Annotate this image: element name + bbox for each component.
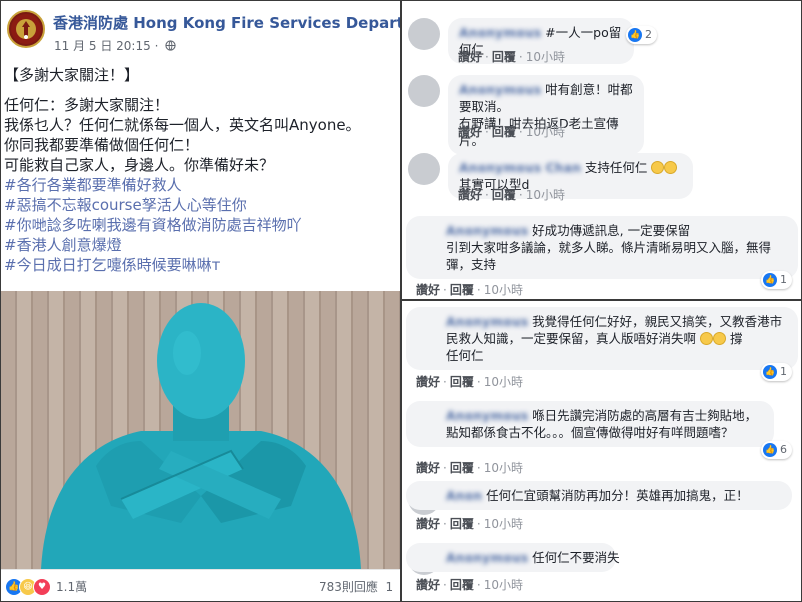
meta-separator: · [154, 39, 159, 53]
post-line: 我係乜人？任何仁就係每一個人，英文名叫Anyone。 [4, 116, 361, 134]
comment-time[interactable]: 10小時 [484, 283, 523, 297]
comment-time[interactable]: 10小時 [484, 375, 523, 389]
comment-like-badge[interactable]: 👍 6 [761, 441, 792, 459]
like-link[interactable]: 讚好 [416, 578, 440, 592]
reply-link[interactable]: 回覆 [450, 461, 474, 475]
comment-actions: 讚好 · 回覆 · 10小時 [416, 517, 523, 531]
comment-actions: 讚好 · 回覆 · 10小時 [458, 188, 565, 202]
comment-actions: 讚好 · 回覆 · 10小時 [416, 461, 523, 475]
comment-actions: 讚好 · 回覆 · 10小時 [416, 578, 523, 592]
comment-bubble: Anonymous 我覺得任何仁好好，親民又搞笑，又教香港市民救人知識，一定要保留… [406, 307, 798, 370]
avatar[interactable] [408, 75, 440, 107]
comment-like-badge[interactable]: 👍 1 [761, 363, 792, 381]
comment-time[interactable]: 10小時 [526, 188, 565, 202]
post-meta: 11 月 5 日 20:15 · [54, 37, 176, 54]
avatar[interactable] [408, 18, 440, 50]
reply-link[interactable]: 回覆 [450, 283, 474, 297]
comment-time[interactable]: 10小時 [484, 578, 523, 592]
comment-text: 任何仁宜頭幫消防再加分！英雄再加搞鬼，正！ [486, 488, 749, 503]
post-line: 你同我都要準備做個任何仁！ [4, 136, 200, 154]
like-icon: 👍 [763, 273, 777, 287]
comment-bubble: Anonymous 好成功傳遞訊息, 一定要保留 引到大家咁多議論，就多人睇。條片… [406, 216, 798, 279]
commenter-name-blurred[interactable]: Anonymous [446, 549, 528, 566]
crying-emoji-icon [713, 332, 726, 345]
comments-panel-top: Anonymous #一人一po留何仁 👍 2 讚好 · 回覆 · 10小時 Anonymo… [401, 0, 802, 300]
avatar[interactable] [408, 153, 440, 185]
comment-like-badge[interactable]: 👍 1 [761, 271, 792, 289]
like-icon: 👍 [763, 365, 777, 379]
hashtag-link[interactable]: #今日成日打乞嚏係時候要啉啉т [4, 255, 400, 275]
comment-time[interactable]: 10小時 [526, 125, 565, 139]
commenter-name-blurred[interactable]: Anonymous [459, 24, 541, 41]
comment-bubble: Anonymous 任何仁不要消失 [406, 543, 620, 572]
comment-actions: 讚好 · 回覆 · 10小時 [458, 50, 565, 64]
like-icon: 👍 [628, 28, 642, 42]
video-player[interactable] [1, 291, 400, 569]
reply-link[interactable]: 回覆 [450, 578, 474, 592]
like-icon: 👍 [763, 443, 777, 457]
globe-icon [165, 39, 176, 53]
comment-text: 支持任何仁 [584, 160, 648, 175]
video-frame-person-in-cyan-suit [41, 303, 361, 569]
comment-count[interactable]: 783則回應 1 [319, 578, 393, 595]
comment-actions: 讚好 · 回覆 · 10小時 [416, 283, 523, 297]
commenter-name-blurred[interactable]: Anonymous Chan [459, 159, 581, 176]
like-link[interactable]: 讚好 [458, 188, 482, 202]
comment-time[interactable]: 10小時 [484, 517, 523, 531]
post-text: 【多謝大家關注！】 任何仁：多謝大家關注！ 我係乜人？任何仁就係每一個人，英文名… [4, 65, 400, 275]
like-link[interactable]: 讚好 [416, 283, 440, 297]
hashtag-link[interactable]: #各行各業都要準備好救人 [4, 175, 400, 195]
hashtag-link[interactable]: #你哋諗多咗喇我邊有資格做消防處吉祥物吖 [4, 215, 400, 235]
commenter-name-blurred[interactable]: Anonymous [446, 407, 528, 424]
comment-like-badge[interactable]: 👍 2 [626, 26, 657, 44]
comment-bubble: Anonymous 咁有創意！咁都要取消。 冇野講！咁去拍返D老土宣傳片。 [448, 75, 644, 155]
comment-actions: 讚好 · 回覆 · 10小時 [458, 125, 565, 139]
comment-time[interactable]: 10小時 [526, 50, 565, 64]
laughing-emoji-icon [664, 161, 678, 174]
post-line-title: 【多謝大家關注！】 [4, 66, 140, 84]
crying-emoji-icon [700, 332, 713, 345]
hashtag-link[interactable]: #香港人創意爆燈 [4, 235, 400, 255]
love-icon[interactable]: ♥ [33, 578, 51, 596]
like-link[interactable]: 讚好 [416, 461, 440, 475]
reply-link[interactable]: 回覆 [492, 125, 516, 139]
commenter-name-blurred[interactable]: Anonymous [446, 313, 528, 330]
comment-text: 任何仁不要消失 [532, 550, 620, 565]
like-link[interactable]: 讚好 [458, 125, 482, 139]
comments-panel-bottom: Anonymous 我覺得任何仁好好，親民又搞笑，又教香港市民救人知識，一定要保留… [401, 300, 802, 602]
reply-link[interactable]: 回覆 [492, 188, 516, 202]
page-name-link[interactable]: 香港消防處 Hong Kong Fire Services Department [53, 12, 400, 33]
like-link[interactable]: 讚好 [416, 375, 440, 389]
laughing-emoji-icon [651, 161, 665, 174]
post-timestamp[interactable]: 11 月 5 日 20:15 [54, 39, 151, 53]
facebook-post: 香港消防處 Hong Kong Fire Services Department… [0, 0, 401, 602]
like-link[interactable]: 讚好 [458, 50, 482, 64]
reaction-count[interactable]: 1.1萬 [56, 578, 87, 595]
commenter-name-blurred[interactable]: Anonymous [459, 81, 541, 98]
commenter-name-blurred[interactable]: Anon [446, 487, 482, 504]
reply-link[interactable]: 回覆 [492, 50, 516, 64]
reply-link[interactable]: 回覆 [450, 517, 474, 531]
post-line: 可能救自己家人，身邊人。你準備好未？ [4, 156, 275, 174]
comment-bubble: Anon 任何仁宜頭幫消防再加分！英雄再加搞鬼，正！ [406, 481, 792, 510]
reply-link[interactable]: 回覆 [450, 375, 474, 389]
post-line: 任何仁：多謝大家關注！ [4, 96, 170, 114]
commenter-name-blurred[interactable]: Anonymous [446, 222, 528, 239]
comment-bubble: Anonymous 喺日先讚完消防處的高層有吉士夠貼地，點知都係食古不化。。。個宣… [406, 401, 774, 447]
reactions-bar: 👍 😆 ♥ 1.1萬 783則回應 1 [1, 569, 400, 601]
hashtag-link[interactable]: #惡搞不忘報course孥活人心等住你 [4, 195, 400, 215]
page-avatar-fire-services-crest-icon[interactable] [7, 10, 45, 48]
like-link[interactable]: 讚好 [416, 517, 440, 531]
comment-time[interactable]: 10小時 [484, 461, 523, 475]
comment-actions: 讚好 · 回覆 · 10小時 [416, 375, 523, 389]
